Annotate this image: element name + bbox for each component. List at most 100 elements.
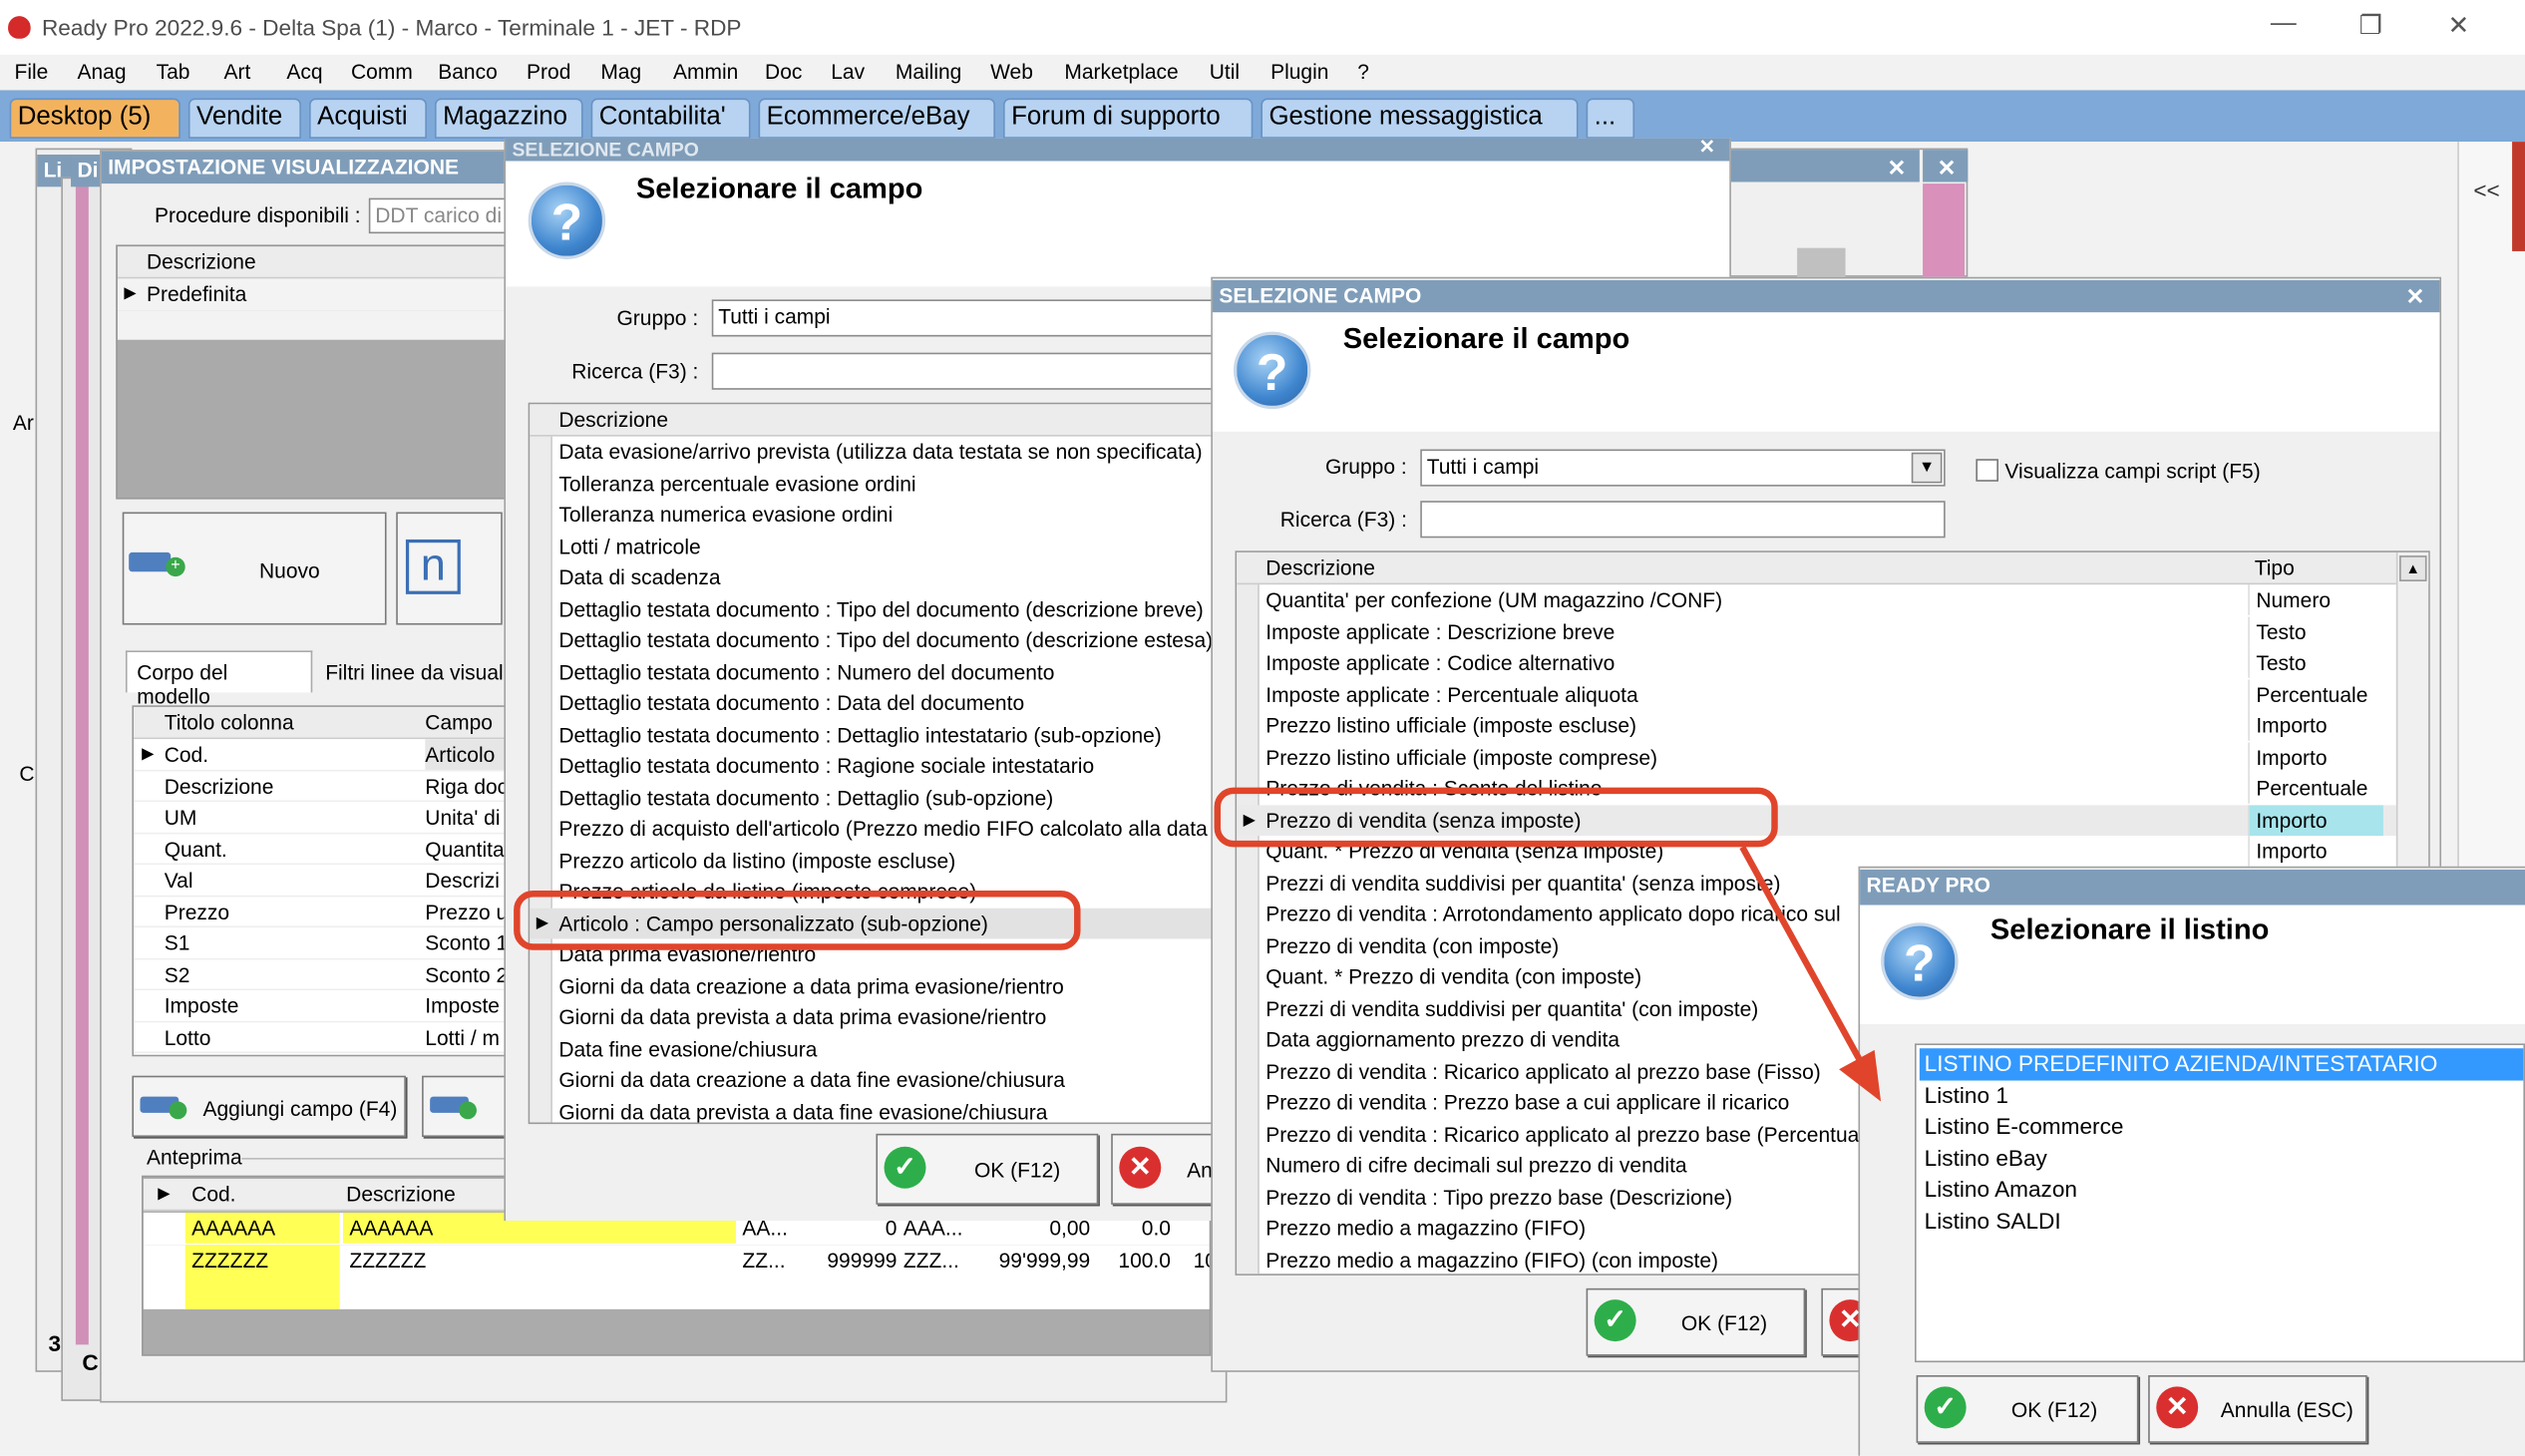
tab-desktop[interactable]: Desktop (5)	[9, 98, 180, 139]
menu-art[interactable]: Art	[223, 60, 250, 84]
colonne-row[interactable]: Imposte Imposte	[134, 990, 505, 1022]
nuovo-button[interactable]: + Nuovo	[122, 512, 387, 625]
preview-row-2[interactable]: ZZZZZZ ZZZZZZ ZZ... 999999 ZZZ... 99'999…	[143, 1245, 1210, 1309]
collapse-button[interactable]: <<	[2473, 178, 2499, 203]
dialog-1-field-row[interactable]: Prezzo di acquisto dell'articolo (Prezzo…	[530, 813, 1226, 844]
menu-web[interactable]: Web	[990, 60, 1033, 84]
minimize-button[interactable]: —	[2271, 10, 2297, 39]
dialog-2-ricerca-input[interactable]	[1420, 501, 1946, 539]
menu-banco[interactable]: Banco	[438, 60, 498, 84]
dialog-1-gruppo-select[interactable]: Tutti i campi	[711, 299, 1228, 337]
menu-util[interactable]: Util	[1210, 60, 1240, 84]
menu-file[interactable]: File	[15, 60, 49, 84]
colonne-row[interactable]: Prezzo Prezzo u	[134, 896, 505, 928]
listino-item[interactable]: Listino Amazon	[1920, 1174, 2524, 1205]
colonne-row[interactable]: S1 Sconto 1	[134, 927, 505, 959]
maximize-button[interactable]: ❐	[2359, 10, 2382, 42]
dialog-2-field-row[interactable]: Prezzo listino ufficiale (imposte compre…	[1237, 741, 2396, 773]
tab-filtri[interactable]: Filtri linee da visual	[316, 654, 510, 693]
colonne-row[interactable]: Descrizione Riga doc	[134, 770, 505, 803]
procedure-list-item[interactable]: ▶ Predefinita	[117, 278, 510, 310]
dialog-1-field-row[interactable]: Data fine evasione/chiusura	[530, 1033, 1226, 1064]
dialog-1-field-row[interactable]: Tolleranza numerica evasione ordini	[530, 500, 1226, 531]
dialog-1-field-row[interactable]: Dettaglio testata documento : Tipo del d…	[530, 593, 1226, 624]
dialog-1-field-label: Data evasione/arrivo prevista (utilizza …	[558, 439, 1203, 465]
dialog-2-header-tipo: Tipo	[2254, 555, 2295, 580]
colonne-row[interactable]: Lotto Lotti / m	[134, 1021, 505, 1054]
dialog-1-field-list: Descrizione Data evasione/arrivo previst…	[528, 402, 1228, 1125]
tab-contabilita[interactable]: Contabilita'	[590, 98, 751, 139]
dialog-2-ok-button[interactable]: ✓ OK (F12)	[1586, 1287, 1806, 1356]
dialog-1-field-row[interactable]: Dettaglio testata documento : Dettaglio …	[530, 719, 1226, 750]
menu-acq[interactable]: Acq	[286, 60, 322, 84]
menu-doc[interactable]: Doc	[765, 60, 802, 84]
dialog-2-field-row[interactable]: Imposte applicate : Descrizione breve Tes…	[1237, 615, 2396, 647]
dialog-3-ok-button[interactable]: ✓ OK (F12)	[1916, 1375, 2139, 1443]
tab-magazzino[interactable]: Magazzino	[434, 98, 583, 139]
close-button[interactable]: ✕	[2447, 10, 2469, 42]
procedure-select[interactable]: DDT carico di	[368, 197, 508, 234]
scroll-up-icon[interactable]: ▲	[2399, 555, 2427, 581]
script-checkbox[interactable]	[1976, 459, 1998, 482]
tab-vendite[interactable]: Vendite	[187, 98, 301, 139]
listino-item[interactable]: LISTINO PREDEFINITO AZIENDA/INTESTATARIO	[1919, 1048, 2524, 1080]
add-field-button-2[interactable]	[422, 1075, 510, 1138]
tab-corpo[interactable]: Corpo del modello	[125, 650, 313, 709]
col-titolo-header: Titolo colonna	[164, 710, 294, 735]
dialog-2-close-icon[interactable]: ✕	[2406, 283, 2425, 310]
colonne-row[interactable]: UM Unita' di	[134, 802, 505, 834]
menu-lav[interactable]: Lav	[831, 60, 865, 84]
dialog-1-close-icon[interactable]: ✕	[1699, 136, 1715, 159]
listino-item[interactable]: Listino E-commerce	[1920, 1111, 2524, 1142]
menu-prod[interactable]: Prod	[527, 60, 570, 84]
tab-acquisti[interactable]: Acquisti	[309, 98, 427, 139]
dialog-1-field-row[interactable]: Dettaglio testata documento : Data del d…	[530, 688, 1226, 719]
dialog-1-field-row[interactable]: Giorni da data prevista a data fine evas…	[530, 1096, 1226, 1122]
colonne-row[interactable]: S2 Sconto 2	[134, 958, 505, 991]
listino-item[interactable]: Listino eBay	[1920, 1143, 2524, 1174]
dialog-1-field-row[interactable]: Lotti / matricole	[530, 531, 1226, 561]
tab-messaggistica[interactable]: Gestione messaggistica	[1261, 98, 1579, 139]
dialog-1-field-row[interactable]: Giorni da data creazione a data fine eva…	[530, 1064, 1226, 1095]
menu-tab[interactable]: Tab	[157, 60, 190, 84]
dialog-1-field-row[interactable]: Giorni da data creazione a data prima ev…	[530, 970, 1226, 1001]
dialog-2-gruppo-select[interactable]: Tutti i campi	[1420, 449, 1946, 487]
menu-plugin[interactable]: Plugin	[1270, 60, 1328, 84]
menu-mag[interactable]: Mag	[600, 60, 641, 84]
dialog-2-field-row[interactable]: Prezzo listino ufficiale (imposte esclus…	[1237, 710, 2396, 741]
listino-item[interactable]: Listino 1	[1920, 1080, 2524, 1111]
menu-anag[interactable]: Anag	[78, 60, 127, 84]
hidden-dialog-close-icon[interactable]: ✕	[1888, 155, 1907, 182]
dialog-1-field-row[interactable]: Giorni da data prevista a data prima eva…	[530, 1001, 1226, 1032]
hidden-dialog-2-close-icon[interactable]: ✕	[1938, 155, 1957, 182]
n-button[interactable]: n	[396, 512, 503, 625]
dialog-1-ok-button[interactable]: ✓ OK (F12)	[876, 1133, 1099, 1205]
dialog-1-field-row[interactable]: Data evasione/arrivo prevista (utilizza …	[530, 437, 1226, 468]
dialog-2-field-row[interactable]: Imposte applicate : Percentuale aliquota…	[1237, 678, 2396, 710]
aggiungi-campo-button[interactable]: Aggiungi campo (F4)	[132, 1075, 406, 1138]
colonne-row[interactable]: Quant. Quantita	[134, 833, 505, 866]
dialog-1-field-row[interactable]: Data di scadenza	[530, 562, 1226, 593]
dialog-2-field-row[interactable]: Quantita' per confezione (UM magazzino /…	[1237, 584, 2396, 615]
dialog-2-field-row[interactable]: Imposte applicate : Codice alternativo Te…	[1237, 647, 2396, 678]
menu-comm[interactable]: Comm	[351, 60, 413, 84]
dialog-1-field-row[interactable]: Prezzo articolo da listino (imposte escl…	[530, 845, 1226, 876]
colonne-row[interactable]: Val Descrizi	[134, 865, 505, 897]
colonne-row[interactable]: ▶ Cod. Articolo	[134, 739, 505, 771]
dialog-1-field-row[interactable]: Dettaglio testata documento : Tipo del d…	[530, 625, 1226, 656]
dialog-1-field-row[interactable]: Dettaglio testata documento : Dettaglio …	[530, 782, 1226, 813]
listino-item[interactable]: Listino SALDI	[1920, 1206, 2524, 1237]
tab-forum[interactable]: Forum di supporto	[1003, 98, 1254, 139]
dialog-1-field-row[interactable]: Dettaglio testata documento : Numero del…	[530, 656, 1226, 687]
menu-help[interactable]: ?	[1357, 60, 1369, 84]
tab-ecommerce[interactable]: Ecommerce/eBay	[758, 98, 995, 139]
dialog-1-field-row[interactable]: Dettaglio testata documento : Ragione so…	[530, 750, 1226, 781]
tab-more[interactable]: ...	[1586, 98, 1635, 139]
menu-marketplace[interactable]: Marketplace	[1064, 60, 1178, 84]
dialog-1-field-row[interactable]: Tolleranza percentuale evasione ordini	[530, 468, 1226, 499]
dialog-3-annulla-button[interactable]: ✕ Annulla (ESC)	[2148, 1375, 2367, 1443]
dialog-1-ricerca-input[interactable]	[711, 352, 1228, 390]
dropdown-arrow-icon[interactable]: ▼	[1911, 452, 1943, 484]
menu-mailing[interactable]: Mailing	[896, 60, 962, 84]
menu-ammin[interactable]: Ammin	[673, 60, 738, 84]
